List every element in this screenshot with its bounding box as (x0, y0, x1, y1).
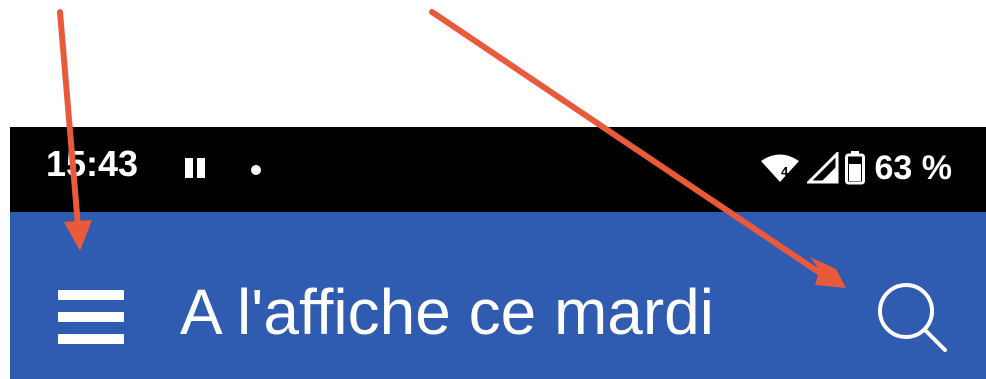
status-time: 15:43 (46, 143, 139, 184)
notification-dot-icon (251, 165, 261, 175)
menu-icon-line-2 (58, 312, 124, 322)
wifi-icon: 4 (760, 154, 799, 182)
battery-percentage: 63 % (874, 148, 953, 187)
screenshot-canvas: 15:43 4 63 % A l'affiche ce mardi (0, 0, 986, 379)
svg-text:4: 4 (781, 164, 789, 179)
cellular-signal-icon (806, 152, 838, 184)
search-icon[interactable] (870, 275, 950, 355)
menu-button[interactable] (58, 290, 128, 344)
app-bar: A l'affiche ce mardi (10, 212, 986, 379)
phone-screen: 15:43 4 63 % A l'affiche ce mardi (10, 127, 986, 379)
pause-icon (185, 158, 205, 178)
status-indicators: 4 63 % (759, 145, 953, 191)
menu-icon-line-3 (58, 334, 124, 344)
page-title: A l'affiche ce mardi (180, 276, 714, 348)
battery-icon (844, 151, 865, 185)
menu-icon-line-1 (58, 290, 124, 300)
status-bar: 15:43 4 63 % (10, 127, 986, 212)
